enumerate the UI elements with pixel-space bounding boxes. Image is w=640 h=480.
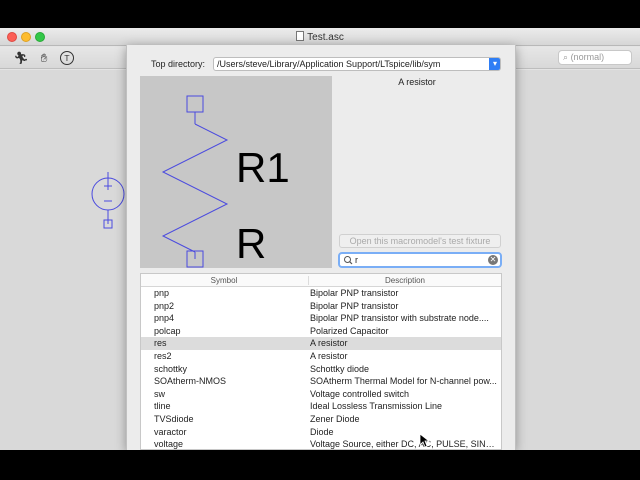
symbol-description-cell: Bipolar PNP transistor <box>310 288 399 298</box>
symbol-name-cell: pnp <box>154 288 170 298</box>
symbol-name-cell: schottky <box>154 363 188 374</box>
toolbar-search-field[interactable]: ⌕ (normal) <box>558 50 632 65</box>
top-directory-value: /Users/steve/Library/Application Support… <box>217 59 441 69</box>
symbol-filter-input[interactable]: r ✕ <box>338 252 502 268</box>
symbol-name-cell: TVSdiode <box>154 413 194 424</box>
table-row[interactable]: res2 A resistor <box>141 350 501 363</box>
table-row[interactable]: polcap Polarized Capacitor <box>141 325 501 338</box>
symbol-description-cell: A resistor <box>310 350 348 361</box>
symbol-filter-value: r <box>355 255 358 265</box>
symbol-description-cell: Diode <box>310 426 334 437</box>
mouse-cursor-icon <box>420 434 430 448</box>
clear-filter-icon[interactable]: ✕ <box>488 255 498 265</box>
table-row[interactable]: TVSdiode Zener Diode <box>141 413 501 426</box>
symbol-description-cell: A resistor <box>310 338 348 349</box>
table-row[interactable]: res A resistor <box>141 337 501 350</box>
column-header-description[interactable]: Description <box>308 276 501 285</box>
symbol-description-cell: Polarized Capacitor <box>310 325 389 336</box>
preview-ref-label: R1 <box>236 144 290 191</box>
column-header-symbol[interactable]: Symbol <box>141 276 307 285</box>
window-title: Test.asc <box>307 32 344 43</box>
table-row[interactable]: sw Voltage controlled switch <box>141 388 501 401</box>
symbol-description-cell: Ideal Lossless Transmission Line <box>310 401 443 412</box>
toolbar-search-placeholder: (normal) <box>570 52 605 62</box>
table-row[interactable]: voltage Voltage Source, either DC, AC, PU… <box>141 438 501 450</box>
symbol-name-cell: varactor <box>154 426 187 437</box>
symbol-name-cell: polcap <box>154 325 181 336</box>
symbol-name-cell: sw <box>154 388 165 399</box>
symbol-description-cell: SOAtherm Thermal Model for N-channel pow… <box>310 376 497 387</box>
table-row[interactable]: pnp2 Bipolar PNP transistor <box>141 300 501 313</box>
ltspice-window: Test.asc 🏃︎ ✋︎ T ⌕ (normal) Top director… <box>0 28 640 450</box>
preview-value-label: R <box>236 220 266 267</box>
toolbar-search-icon: ⌕ <box>563 52 569 62</box>
select-component-dialog: Top directory: /Users/steve/Library/Appl… <box>126 45 516 450</box>
open-test-fixture-button[interactable]: Open this macromodel's test fixture <box>339 234 501 248</box>
table-header: Symbol Description <box>141 274 501 287</box>
table-row[interactable]: varactor Diode <box>141 426 501 439</box>
window-title-group: Test.asc <box>0 31 640 43</box>
symbol-name-cell: voltage <box>154 439 184 450</box>
table-body: pnp Bipolar PNP transistor pnp2 Bipolar PNP… <box>141 287 501 450</box>
symbol-name-cell: pnp4 <box>154 313 175 324</box>
symbol-description-cell: Voltage controlled switch <box>310 388 410 399</box>
symbol-table[interactable]: Symbol Description pnp Bipolar PNP transi… <box>140 273 502 450</box>
svg-text:T: T <box>64 54 70 63</box>
resistor-preview-graphic: R1 R <box>161 95 290 268</box>
top-directory-select[interactable]: /Users/steve/Library/Application Support… <box>213 57 501 71</box>
symbol-description-cell: Schottky diode <box>310 363 370 374</box>
probe-icon[interactable]: T <box>59 50 75 66</box>
top-directory-label: Top directory: <box>151 59 206 69</box>
chevron-down-icon[interactable]: ▾ <box>489 58 500 70</box>
symbol-name-cell: res <box>154 338 167 349</box>
symbol-preview: R1 R <box>140 76 332 268</box>
search-icon <box>344 256 353 265</box>
symbol-name-cell: res2 <box>154 350 172 361</box>
run-simulation-icon[interactable]: 🏃︎ <box>13 50 29 66</box>
symbol-name-cell: pnp2 <box>154 300 175 311</box>
symbol-description-cell: Zener Diode <box>310 413 360 424</box>
table-row[interactable]: pnp4 Bipolar PNP transistor with substrat… <box>141 312 501 325</box>
pan-hand-icon[interactable]: ✋︎ <box>36 50 52 66</box>
symbol-description-cell: Voltage Source, either DC, AC, PULSE, SI… <box>310 439 500 450</box>
title-bar: Test.asc <box>0 28 640 46</box>
symbol-name-cell: SOAtherm-NMOS <box>154 376 227 387</box>
symbol-name-cell: tline <box>154 401 171 412</box>
document-icon <box>296 31 305 41</box>
table-row[interactable]: schottky Schottky diode <box>141 363 501 376</box>
symbol-description-cell: Bipolar PNP transistor with substrate no… <box>310 313 489 324</box>
symbol-description-cell: Bipolar PNP transistor <box>310 300 399 311</box>
table-row[interactable]: SOAtherm-NMOS SOAtherm Thermal Model for … <box>141 375 501 388</box>
voltage-source-symbol <box>91 172 125 229</box>
table-row[interactable]: tline Ideal Lossless Transmission Line <box>141 400 501 413</box>
symbol-description: A resistor <box>398 77 436 87</box>
table-row[interactable]: pnp Bipolar PNP transistor <box>141 287 501 300</box>
